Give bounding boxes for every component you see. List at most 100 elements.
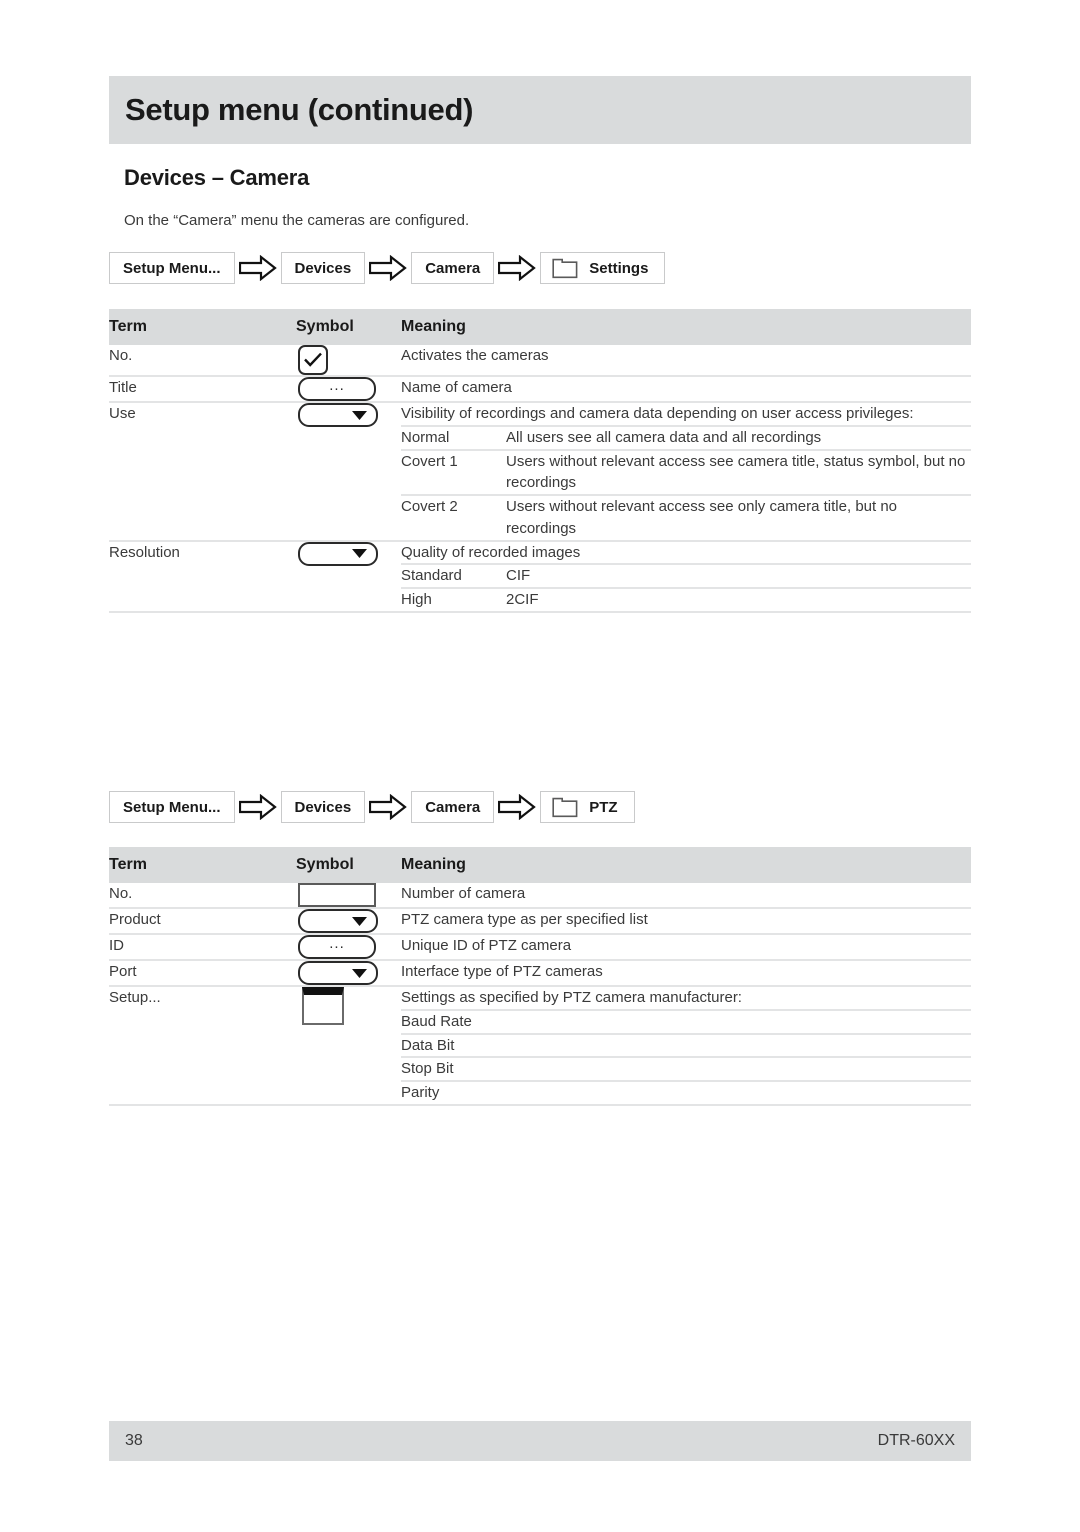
sub-row-intro-text: Settings as specified by PTZ camera manu…: [401, 989, 742, 1006]
block-arrow-right-icon: [365, 790, 411, 824]
ptz-table: Term Symbol Meaning No. Number of camera…: [109, 847, 971, 1106]
breadcrumb-item-setup-menu[interactable]: Setup Menu...: [109, 252, 235, 284]
breadcrumb-item-devices[interactable]: Devices: [280, 252, 366, 284]
block-arrow-right-icon: [365, 251, 411, 285]
sub-row-intro-text: Visibility of recordings and camera data…: [401, 405, 914, 422]
row-symbol: [296, 986, 401, 1105]
table-row: ID ... Unique ID of PTZ camera: [109, 934, 971, 960]
breadcrumb-label: Devices: [294, 259, 352, 277]
sub-row-option: Stop Bit: [401, 1060, 454, 1078]
footer-page-number: 38: [125, 1432, 143, 1449]
sub-row: Baud Rate: [401, 1009, 971, 1034]
breadcrumb-label: PTZ: [589, 798, 618, 816]
breadcrumb-label: Setup Menu...: [123, 798, 221, 816]
sub-row-intro: Quality of recorded images: [401, 542, 971, 565]
table-row: Setup... Settings as specified by PTZ ca…: [109, 986, 971, 1105]
sub-row-option: High: [401, 591, 432, 608]
dropdown-icon[interactable]: [298, 403, 378, 427]
window-dialog-icon[interactable]: [302, 987, 344, 1025]
sub-row-option: Parity: [401, 1084, 440, 1101]
breadcrumb-item-camera[interactable]: Camera: [411, 791, 495, 823]
column-header-term: Term: [109, 847, 296, 883]
row-symbol: ...: [296, 376, 401, 402]
breadcrumb-settings: Setup Menu... Devices Camera Settings: [109, 251, 666, 285]
sub-row-intro: Visibility of recordings and camera data…: [401, 403, 971, 426]
block-arrow-right-icon: [494, 251, 540, 285]
breadcrumb-ptz: Setup Menu... Devices Camera PTZ: [109, 790, 635, 824]
sub-row-option: Standard: [401, 567, 462, 585]
sub-row-description: 2CIF: [506, 591, 539, 608]
table-header-row: Term Symbol Meaning: [109, 309, 971, 345]
footer-model-name: DTR-60XX: [877, 1432, 955, 1449]
use-sub-table: Visibility of recordings and camera data…: [401, 403, 972, 540]
block-arrow-right-icon: [494, 790, 540, 824]
page-title: Setup menu (continued): [125, 92, 474, 127]
row-term: No.: [109, 885, 133, 902]
sub-row-intro: Settings as specified by PTZ camera manu…: [401, 987, 971, 1010]
row-term: Setup...: [109, 989, 161, 1006]
column-header-symbol: Symbol: [296, 847, 401, 883]
sub-row-description: CIF: [506, 567, 531, 585]
checkbox-icon[interactable]: [298, 345, 328, 375]
sub-row: Parity: [401, 1081, 971, 1104]
breadcrumb-item-camera[interactable]: Camera: [411, 252, 495, 284]
section-intro-text: On the “Camera” menu the cameras are con…: [124, 212, 470, 229]
sub-row-intro-text: Quality of recorded images: [401, 543, 581, 561]
row-term: ID: [109, 937, 124, 954]
row-symbol: ...: [296, 934, 401, 960]
row-meaning-group: Settings as specified by PTZ camera manu…: [401, 986, 971, 1105]
sub-row-option: Normal: [401, 428, 450, 446]
row-symbol: [296, 541, 401, 612]
sub-row-option: Covert 2: [401, 498, 458, 515]
table-row: Use Visibility of recordings and camera …: [109, 402, 972, 541]
table-row: No. Number of camera: [109, 883, 971, 908]
sub-row-description: Users without relevant access see only c…: [506, 498, 898, 537]
sub-row-description: Users without relevant access see camera…: [506, 452, 966, 492]
column-header-symbol: Symbol: [296, 309, 401, 345]
dropdown-icon[interactable]: [298, 961, 378, 985]
page-header-band: Setup menu (continued): [109, 76, 971, 144]
breadcrumb-item-devices[interactable]: Devices: [280, 791, 366, 823]
breadcrumb-label: Setup Menu...: [123, 259, 221, 277]
document-page: Setup menu (continued) Devices – Camera …: [0, 0, 1080, 1532]
sub-row: Standard CIF: [401, 564, 972, 588]
row-meaning: Unique ID of PTZ camera: [401, 937, 572, 954]
breadcrumb-item-ptz[interactable]: PTZ: [540, 791, 635, 823]
sub-row: High 2CIF: [401, 588, 972, 611]
textbox-icon[interactable]: [298, 883, 376, 907]
ellipsis-button-icon[interactable]: ...: [298, 935, 376, 959]
ellipsis-button-icon[interactable]: ...: [298, 377, 376, 401]
row-meaning: Number of camera: [401, 885, 526, 902]
row-meaning: Name of camera: [401, 379, 512, 396]
row-meaning: Interface type of PTZ cameras: [401, 963, 603, 980]
sub-row-option: Baud Rate: [401, 1012, 472, 1030]
column-header-meaning: Meaning: [401, 309, 971, 345]
row-term: Resolution: [109, 543, 180, 561]
block-arrow-right-icon: [235, 790, 281, 824]
column-header-term: Term: [109, 309, 296, 345]
row-meaning-group: Quality of recorded images Standard CIF …: [401, 541, 972, 612]
row-symbol: [296, 883, 401, 908]
breadcrumb-item-setup-menu[interactable]: Setup Menu...: [109, 791, 235, 823]
block-arrow-right-icon: [235, 251, 281, 285]
breadcrumb-item-settings[interactable]: Settings: [540, 252, 666, 284]
dropdown-icon[interactable]: [298, 541, 378, 566]
table-row: Product PTZ camera type as per specified…: [109, 908, 971, 934]
row-symbol: [296, 402, 401, 541]
column-header-meaning: Meaning: [401, 847, 971, 883]
folder-icon: [552, 258, 578, 279]
table-row: Resolution Quality of recorded images St…: [109, 540, 972, 612]
setup-sub-table: Settings as specified by PTZ camera manu…: [401, 987, 971, 1104]
breadcrumb-label: Camera: [425, 259, 481, 277]
sub-row: Normal All users see all camera data and…: [401, 425, 972, 450]
row-symbol: [296, 345, 401, 376]
row-symbol: [296, 960, 401, 986]
sub-row: Covert 2 Users without relevant access s…: [401, 495, 972, 540]
row-symbol: [296, 908, 401, 934]
sub-row: Covert 1 Users without relevant access s…: [401, 449, 972, 496]
sub-row-description: All users see all camera data and all re…: [506, 428, 822, 446]
sub-row-option: Data Bit: [401, 1036, 455, 1054]
dropdown-icon[interactable]: [298, 909, 378, 933]
sub-row-option: Covert 1: [401, 452, 458, 470]
row-meaning: Activates the cameras: [401, 347, 549, 364]
